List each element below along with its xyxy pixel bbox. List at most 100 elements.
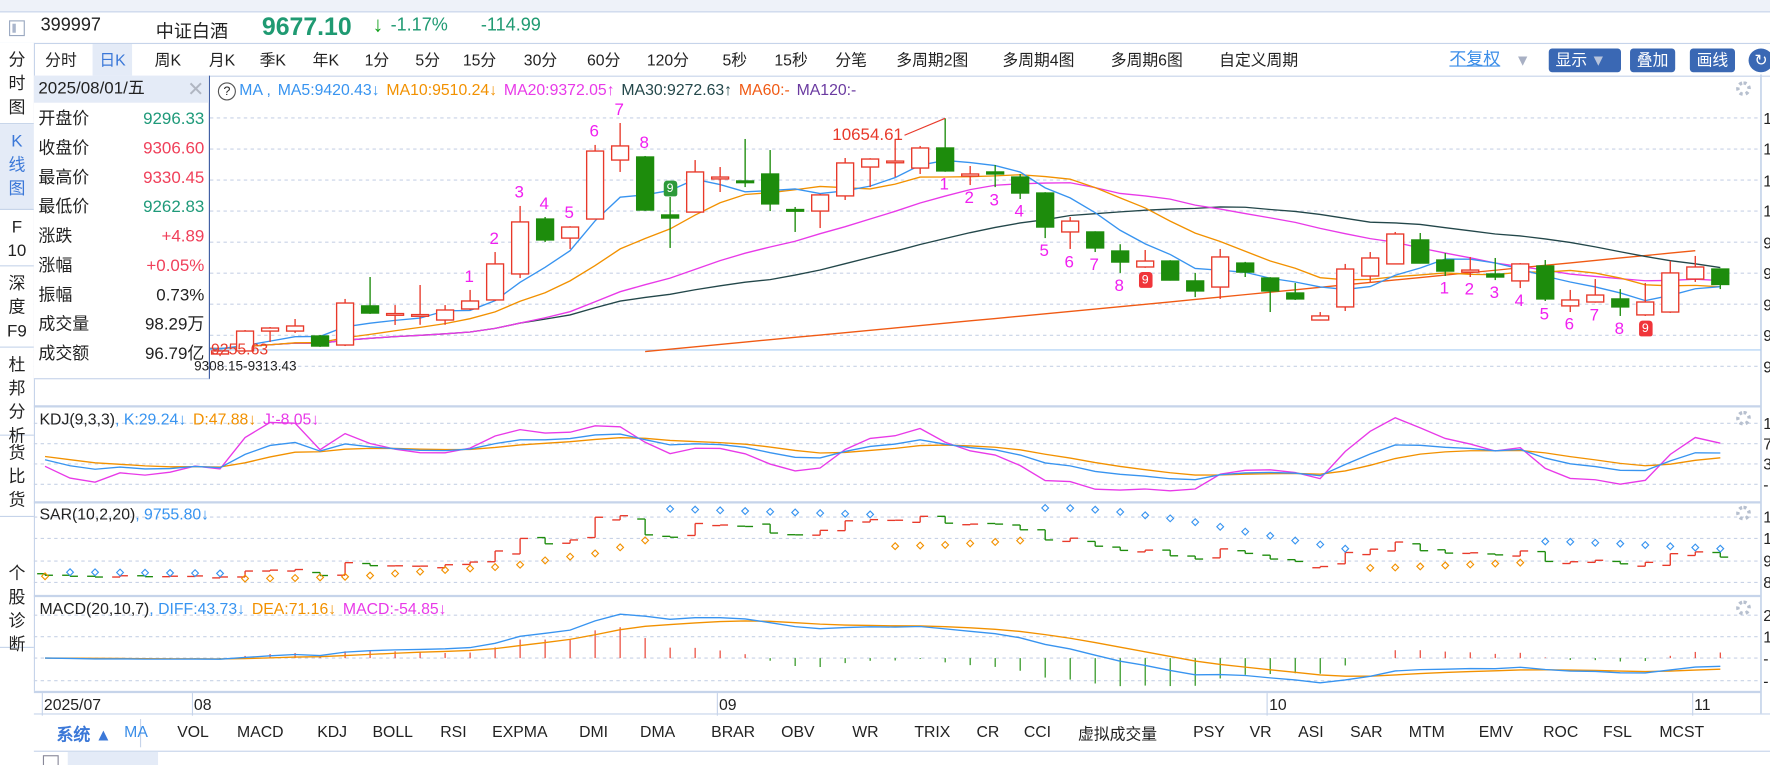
indicator-trix[interactable]: TRIX bbox=[914, 722, 950, 740]
candle[interactable] bbox=[510, 205, 530, 279]
indicator-cci[interactable]: CCI bbox=[1024, 722, 1051, 740]
sar-bar bbox=[1712, 551, 1729, 558]
indicator-macd[interactable]: MACD bbox=[237, 722, 284, 740]
indicator-cr[interactable]: CR bbox=[976, 722, 999, 740]
candle[interactable] bbox=[1611, 289, 1630, 316]
candle[interactable] bbox=[811, 193, 830, 229]
candle[interactable] bbox=[886, 138, 905, 178]
candle[interactable] bbox=[861, 158, 880, 188]
indicator-sar[interactable]: SAR bbox=[1350, 722, 1383, 740]
sar-point bbox=[115, 568, 125, 577]
candle[interactable] bbox=[660, 196, 680, 248]
candle[interactable] bbox=[1686, 255, 1705, 282]
candle[interactable] bbox=[1186, 272, 1205, 298]
sar-bar bbox=[562, 539, 579, 544]
candle[interactable] bbox=[911, 145, 930, 174]
ma60-value: MA60:- bbox=[738, 80, 790, 99]
candle[interactable] bbox=[1261, 277, 1280, 313]
sub-tab-active[interactable] bbox=[67, 751, 159, 765]
candle[interactable] bbox=[936, 118, 955, 172]
candle[interactable] bbox=[710, 167, 730, 193]
indicator-vol[interactable]: VOL bbox=[177, 722, 209, 740]
candle[interactable] bbox=[585, 144, 605, 220]
candle[interactable] bbox=[1336, 263, 1355, 312]
candle[interactable] bbox=[836, 158, 855, 201]
indicator-fsl[interactable]: FSL bbox=[1603, 722, 1632, 740]
candle[interactable] bbox=[1311, 312, 1330, 321]
indicator-dmi[interactable]: DMI bbox=[579, 722, 608, 740]
candle[interactable] bbox=[535, 217, 555, 242]
indicator-psy[interactable]: PSY bbox=[1193, 722, 1225, 740]
candle-body bbox=[385, 312, 405, 316]
candle[interactable] bbox=[1111, 244, 1130, 273]
indicator-roc[interactable]: ROC bbox=[1543, 722, 1578, 740]
candle[interactable] bbox=[560, 226, 580, 249]
candle[interactable] bbox=[610, 122, 630, 172]
sar-point bbox=[1516, 558, 1525, 567]
close-icon[interactable]: ✕ bbox=[187, 76, 204, 103]
candle[interactable] bbox=[485, 252, 505, 301]
candle[interactable] bbox=[1536, 260, 1555, 301]
candle[interactable] bbox=[685, 160, 705, 213]
candle[interactable] bbox=[460, 289, 480, 310]
macd-settings-gear-icon[interactable] bbox=[1736, 600, 1751, 616]
candle[interactable] bbox=[1661, 261, 1680, 313]
candle[interactable] bbox=[1161, 260, 1180, 281]
td-nine-badge: 9 bbox=[1638, 320, 1653, 337]
indicator-brar[interactable]: BRAR bbox=[711, 722, 755, 740]
indicator-虚拟成交量[interactable]: 虚拟成交量 bbox=[1078, 722, 1157, 745]
sar-point bbox=[540, 556, 550, 565]
candle[interactable] bbox=[635, 155, 655, 211]
candle[interactable] bbox=[786, 206, 805, 232]
td-count-label: 2 bbox=[1464, 280, 1475, 300]
candle[interactable] bbox=[1236, 261, 1255, 278]
sar-settings-gear-icon[interactable] bbox=[1736, 505, 1751, 521]
candle[interactable] bbox=[1511, 263, 1530, 289]
candle[interactable] bbox=[1411, 232, 1430, 264]
indicator-kdj[interactable]: KDJ bbox=[317, 722, 347, 740]
checkbox[interactable] bbox=[42, 755, 59, 765]
indicator-wr[interactable]: WR bbox=[852, 722, 878, 740]
indicator-boll[interactable]: BOLL bbox=[373, 722, 413, 740]
candle[interactable] bbox=[385, 305, 405, 325]
candle[interactable] bbox=[1061, 217, 1080, 249]
candle[interactable] bbox=[1011, 173, 1030, 199]
indicator-ma[interactable]: MA bbox=[124, 722, 148, 740]
indicator-vr[interactable]: VR bbox=[1250, 722, 1272, 740]
candle[interactable] bbox=[1086, 231, 1105, 253]
indicator-mtm[interactable]: MTM bbox=[1409, 722, 1445, 740]
candle[interactable] bbox=[1561, 289, 1580, 313]
chart-canvas[interactable] bbox=[0, 0, 1770, 765]
indicator-dma[interactable]: DMA bbox=[640, 722, 675, 740]
candle[interactable] bbox=[961, 166, 980, 186]
info-row: 涨跌 +4.89 bbox=[38, 222, 204, 251]
sar-bar bbox=[1187, 555, 1204, 560]
indicator-expma[interactable]: EXPMA bbox=[492, 722, 547, 740]
candle[interactable] bbox=[310, 334, 330, 347]
candle[interactable] bbox=[761, 150, 780, 212]
candle[interactable] bbox=[335, 298, 355, 347]
candle[interactable] bbox=[1386, 231, 1405, 265]
candle[interactable] bbox=[1586, 279, 1605, 303]
candle[interactable] bbox=[1136, 249, 1155, 268]
candle[interactable] bbox=[1286, 282, 1305, 300]
system-menu-button[interactable]: 系统 ▲ bbox=[56, 722, 111, 746]
candle[interactable] bbox=[1211, 248, 1230, 299]
sar-bar bbox=[1162, 549, 1179, 557]
candle[interactable] bbox=[1436, 253, 1455, 276]
indicator-mcst[interactable]: MCST bbox=[1659, 722, 1704, 740]
indicator-asi[interactable]: ASI bbox=[1298, 722, 1323, 740]
axis-tick-label: 9 bbox=[1763, 264, 1770, 282]
kdj-settings-gear-icon[interactable] bbox=[1736, 410, 1751, 426]
indicator-rsi[interactable]: RSI bbox=[440, 722, 466, 740]
sar-point bbox=[415, 567, 425, 576]
sar-point bbox=[165, 568, 175, 578]
candle[interactable] bbox=[1361, 252, 1380, 282]
candle[interactable] bbox=[1036, 192, 1055, 239]
candle[interactable] bbox=[360, 277, 380, 314]
indicator-emv[interactable]: EMV bbox=[1479, 722, 1513, 740]
main-settings-gear-icon[interactable] bbox=[1736, 81, 1751, 96]
candle[interactable] bbox=[285, 319, 305, 333]
help-icon[interactable]: ? bbox=[217, 82, 236, 101]
indicator-obv[interactable]: OBV bbox=[781, 722, 814, 740]
